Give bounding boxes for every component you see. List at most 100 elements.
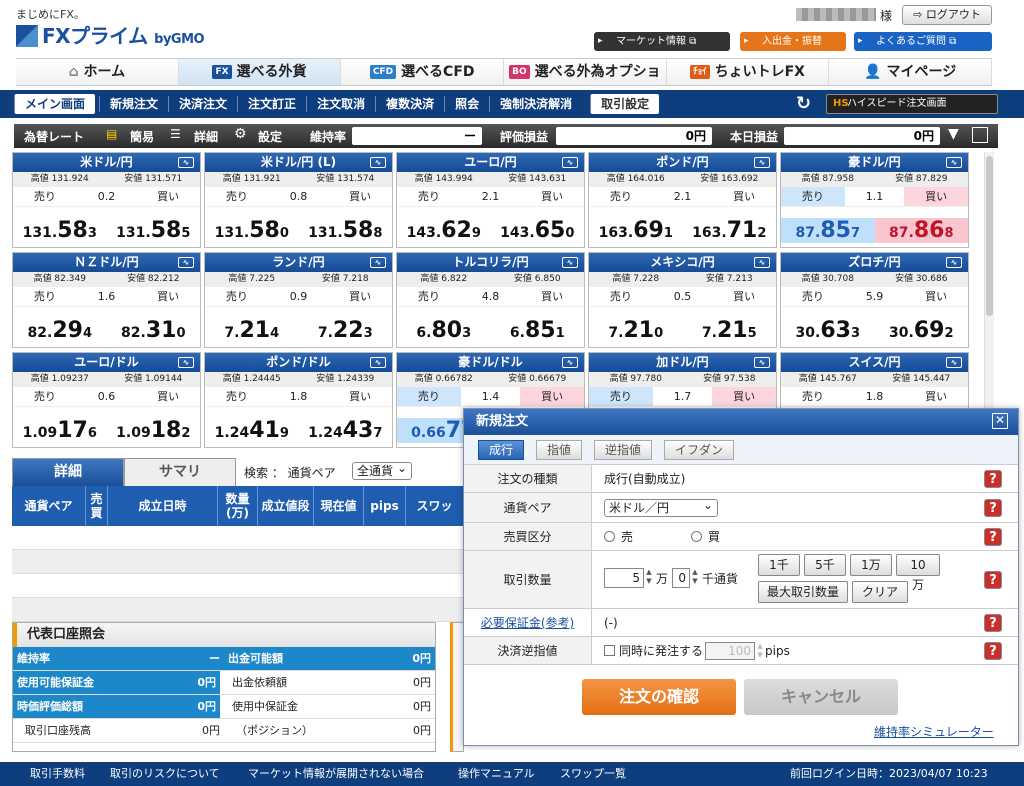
close-icon[interactable]: ✕ (992, 413, 1008, 429)
order-tab-3[interactable]: イフダン (664, 439, 735, 460)
buy-price-button[interactable]: 163.712 (683, 218, 777, 243)
sell-radio-label[interactable]: 売 (621, 528, 633, 545)
refresh-icon[interactable]: ↻ (796, 93, 811, 114)
currency-filter-select[interactable]: 全通貨 (352, 460, 412, 480)
clear-button[interactable]: クリア (852, 581, 908, 603)
chart-icon[interactable]: ∿ (370, 257, 386, 268)
sell-price-button[interactable]: 82.294 (13, 318, 107, 343)
detail-view-label[interactable]: 詳細 (194, 128, 218, 145)
chart-icon[interactable]: ∿ (178, 257, 194, 268)
buy-price-button[interactable]: 131.588 (299, 218, 393, 243)
nav-item-2[interactable]: CFD 選べるCFD (341, 59, 505, 85)
column-header[interactable]: 数量(万) (218, 486, 258, 526)
nav-item-0[interactable]: ⌂ ホーム (16, 59, 179, 85)
buy-price-button[interactable]: 7.223 (299, 318, 393, 343)
stop-pips-stepper[interactable]: ▲ ▼ (755, 642, 765, 660)
chart-icon[interactable]: ∿ (370, 357, 386, 368)
simple-view-label[interactable]: 簡易 (130, 128, 154, 145)
column-header[interactable]: 成立値段 (258, 486, 314, 526)
footer-link[interactable]: マーケット情報が展開されない場合 (248, 762, 424, 786)
rate-cell[interactable]: ユーロ/円 ∿ 高値 143.994 安値 143.631 売り 2.1 買い 143.629… (396, 152, 585, 248)
chart-icon[interactable]: ∿ (562, 157, 578, 168)
rate-cell[interactable]: ポンド/ドル ∿ 高値 1.24445 安値 1.24339 売り 1.8 買い 1.2441… (204, 352, 393, 448)
rate-cell[interactable]: ＮＺドル/円 ∿ 高値 82.349 安値 82.212 売り 1.6 買い 82.294 82… (12, 252, 201, 348)
rate-cell[interactable]: 米ドル/円 (L) ∿ 高値 131.921 安値 131.574 売り 0.8 買い 131… (204, 152, 393, 248)
help-icon[interactable]: ? (984, 469, 1002, 488)
logout-button[interactable]: ⇨ ログアウト (902, 5, 992, 25)
subnav-item-3[interactable]: 注文訂正 (237, 96, 306, 112)
chart-icon[interactable]: ∿ (946, 357, 962, 368)
qty-1k-button[interactable]: 1千 (758, 554, 800, 576)
quantity-sen-input[interactable]: 0 (672, 568, 690, 588)
stop-checkbox-label[interactable]: 同時に発注する (619, 642, 703, 659)
qty-5k-button[interactable]: 5千 (804, 554, 846, 576)
stop-pips-input[interactable]: 100 (705, 641, 756, 660)
max-quantity-button[interactable]: 最大取引数量 (758, 581, 848, 603)
sell-price-button[interactable]: 6.803 (397, 318, 491, 343)
subnav-item-0[interactable]: メイン画面 (14, 94, 96, 114)
margin-simulator-link[interactable]: 維持率シミュレーター (874, 723, 994, 740)
subnav-item-7[interactable]: 強制決済解消 (489, 96, 582, 112)
buy-price-button[interactable]: 1.24437 (299, 418, 393, 443)
chart-icon[interactable]: ∿ (178, 157, 194, 168)
rate-cell[interactable]: 米ドル/円 ∿ 高値 131.924 安値 131.571 売り 0.2 買い 131.583… (12, 152, 201, 248)
footer-link[interactable]: 取引のリスクについて (110, 762, 220, 786)
column-header[interactable]: 成立日時 (108, 486, 218, 526)
market-info-button[interactable]: マーケット情報 ⧉ (594, 32, 730, 51)
footer-link[interactable]: 取引手数料 (30, 762, 85, 786)
footer-link[interactable]: スワップ一覧 (560, 762, 626, 786)
nav-item-4[interactable]: ﾁｮｲ ちょいトレFX (667, 59, 830, 85)
subnav-item-2[interactable]: 決済注文 (168, 96, 237, 112)
help-icon[interactable]: ? (984, 613, 1002, 632)
qty-10k-button[interactable]: 1万 (850, 554, 892, 576)
quantity-sen-stepper[interactable]: ▲ ▼ (690, 568, 700, 588)
quantity-man-input[interactable]: 5 (604, 568, 644, 588)
buy-price-button[interactable]: 6.851 (491, 318, 585, 343)
confirm-order-button[interactable]: 注文の確認 (582, 679, 736, 715)
brand-logo[interactable]: FXプライム byGMO (16, 20, 205, 49)
subnav-item-4[interactable]: 注文取消 (306, 96, 375, 112)
column-header[interactable]: スワッ (406, 486, 464, 526)
nav-item-5[interactable]: 👤 マイページ (829, 59, 993, 85)
sell-price-button[interactable]: 30.633 (781, 318, 875, 343)
rate-cell[interactable]: ポンド/円 ∿ 高値 164.016 安値 163.692 売り 2.1 買い 163.691… (588, 152, 777, 248)
required-margin-link[interactable]: 必要保証金(参考) (464, 609, 592, 636)
nav-item-3[interactable]: BO選べる外為オプション (504, 59, 667, 106)
column-header[interactable]: 売買 (86, 486, 108, 526)
chart-icon[interactable]: ∿ (946, 157, 962, 168)
buy-price-button[interactable]: 7.215 (683, 318, 777, 343)
chart-icon[interactable]: ∿ (754, 357, 770, 368)
sell-price-button[interactable]: 7.214 (205, 318, 299, 343)
quantity-man-stepper[interactable]: ▲ ▼ (644, 568, 654, 588)
chart-icon[interactable]: ∿ (754, 257, 770, 268)
deposit-button[interactable]: 入出金・振替 (740, 32, 846, 51)
footer-link[interactable]: 操作マニュアル (458, 762, 535, 786)
chart-icon[interactable]: ∿ (562, 257, 578, 268)
rate-cell[interactable]: メキシコ/円 ∿ 高値 7.228 安値 7.213 売り 0.5 買い 7.210 7.215 (588, 252, 777, 348)
chart-icon[interactable]: ∿ (370, 157, 386, 168)
help-icon[interactable]: ? (984, 641, 1002, 660)
buy-price-button[interactable]: 143.650 (491, 218, 585, 243)
cancel-button[interactable]: キャンセル (744, 679, 898, 715)
tab-detail[interactable]: 詳細 (12, 458, 124, 486)
column-header[interactable]: 通貨ペア (12, 486, 86, 526)
sell-price-button[interactable]: 87.857 (781, 218, 875, 243)
column-header[interactable]: 現在値 (314, 486, 364, 526)
buy-price-button[interactable]: 82.310 (107, 318, 201, 343)
buy-price-button[interactable]: 131.585 (107, 218, 201, 243)
rate-cell[interactable]: トルコリラ/円 ∿ 高値 6.822 安値 6.850 売り 4.8 買い 6.803 6.85… (396, 252, 585, 348)
nav-item-1[interactable]: FX 選べる外貨 (178, 59, 342, 85)
order-tab-0[interactable]: 成行 (478, 439, 525, 460)
chart-icon[interactable]: ∿ (754, 157, 770, 168)
collapse-down-icon[interactable]: ▼ (948, 126, 959, 142)
help-icon[interactable]: ? (984, 570, 1002, 589)
faq-button[interactable]: よくあるご質問 ⧉ (854, 32, 992, 51)
sell-price-button[interactable]: 1.24419 (205, 418, 299, 443)
subnav-item-6[interactable]: 照会 (444, 96, 489, 112)
subnav-item-5[interactable]: 複数決済 (375, 96, 444, 112)
sell-price-button[interactable]: 1.09176 (13, 418, 107, 443)
help-icon[interactable]: ? (984, 527, 1002, 546)
currency-pair-select[interactable]: 米ドル／円 (604, 497, 718, 517)
rate-cell[interactable]: ズロチ/円 ∿ 高値 30.708 安値 30.686 売り 5.9 買い 30.633 30.… (780, 252, 969, 348)
order-tab-1[interactable]: 指値 (536, 439, 583, 460)
